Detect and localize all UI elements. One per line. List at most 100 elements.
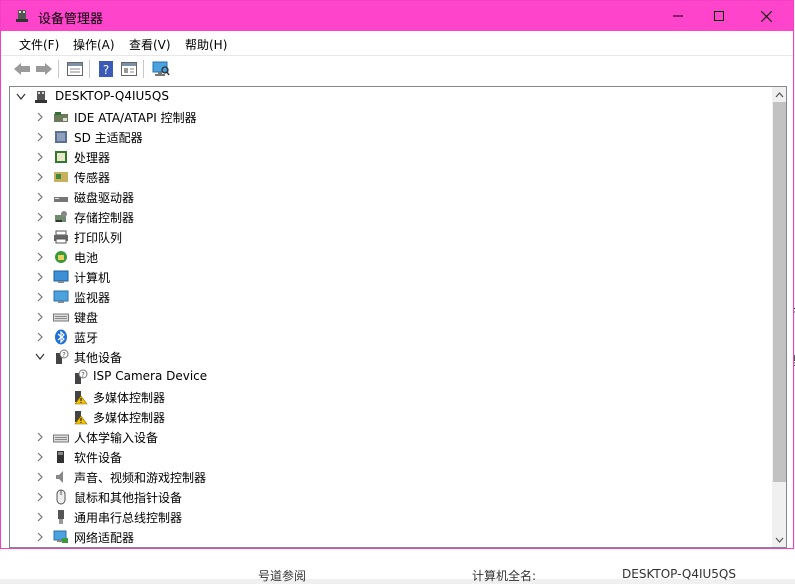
hid-icon — [53, 434, 69, 443]
tree-item-label: 鼠标和其他指针设备 — [74, 491, 183, 505]
expand-chevron-icon[interactable] — [35, 311, 45, 323]
tree-category-item[interactable]: SD 主适配器 — [10, 127, 770, 147]
tree-item-label: 多媒体控制器 — [93, 411, 166, 425]
update-driver-button[interactable] — [119, 59, 139, 79]
tree-item-label: 存储控制器 — [74, 211, 135, 225]
toolbar-separator — [89, 60, 90, 78]
expand-chevron-icon[interactable] — [35, 291, 45, 303]
expand-chevron-icon[interactable] — [35, 471, 45, 483]
other-devices-icon: ? — [56, 349, 69, 364]
forward-arrow-icon — [36, 63, 52, 75]
expand-chevron-icon[interactable] — [35, 511, 45, 523]
properties-button[interactable] — [65, 59, 85, 79]
expand-chevron-icon[interactable] — [35, 111, 45, 123]
tree-item-label: 声音、视频和游戏控制器 — [74, 471, 207, 485]
tree-child-item[interactable]: 多媒体控制器 — [10, 387, 770, 407]
storage-controller-icon — [55, 211, 67, 222]
tree-category-item[interactable]: 通用串行总线控制器 — [10, 507, 770, 527]
mouse-icon — [56, 489, 66, 505]
tree-item-label: 键盘 — [74, 311, 99, 325]
monitor-icon — [53, 290, 69, 303]
menu-help[interactable]: 帮助(H) — [185, 36, 227, 53]
device-tree[interactable]: DESKTOP-Q4IU5QS IDE ATA/ATAPI 控制器 SD 主适配器… — [9, 86, 787, 548]
expand-chevron-icon[interactable] — [35, 171, 45, 183]
background-label: 计算机全名: — [472, 569, 537, 583]
sd-adapter-icon — [55, 131, 67, 143]
tree-category-item[interactable]: 网络适配器 — [10, 527, 770, 547]
warning-device-icon — [74, 411, 88, 425]
forward-button[interactable] — [34, 59, 54, 79]
expand-chevron-icon[interactable] — [35, 151, 45, 163]
expand-chevron-icon[interactable] — [35, 251, 45, 263]
tree-category-item[interactable]: 蓝牙 — [10, 327, 770, 347]
tree-item-label: 蓝牙 — [74, 331, 99, 345]
tree-child-item[interactable]: ? ISP Camera Device — [10, 367, 770, 387]
menu-view[interactable]: 查看(V) — [129, 36, 171, 53]
printer-icon — [54, 230, 68, 244]
minimize-icon — [673, 15, 683, 17]
battery-icon — [55, 251, 67, 263]
tree-category-item[interactable]: 鼠标和其他指针设备 — [10, 487, 770, 507]
tree-child-item[interactable]: 多媒体控制器 — [10, 407, 770, 427]
tree-item-label: IDE ATA/ATAPI 控制器 — [74, 111, 197, 125]
tree-item-label: 监视器 — [74, 291, 111, 305]
expand-chevron-icon[interactable] — [35, 331, 45, 343]
background-window-strip: 号道参阅 计算机全名: DESKTOP-Q4IU5QS — [0, 549, 795, 583]
unknown-device-icon: ? — [75, 369, 88, 384]
toolbar: ? — [1, 56, 793, 82]
maximize-icon — [714, 11, 724, 21]
collapse-chevron-icon[interactable] — [35, 351, 45, 363]
expand-chevron-icon[interactable] — [35, 451, 45, 463]
scroll-thumb[interactable] — [773, 102, 786, 482]
tree-category-item[interactable]: 键盘 — [10, 307, 770, 327]
expand-chevron-icon[interactable] — [35, 431, 45, 443]
tree-item-label: SD 主适配器 — [74, 131, 143, 145]
maximize-button[interactable] — [696, 1, 742, 31]
svg-text:?: ? — [81, 371, 85, 379]
minimize-button[interactable] — [655, 1, 701, 31]
close-icon — [760, 10, 772, 22]
tree-category-item[interactable]: 存储控制器 — [10, 207, 770, 227]
tree-category-item[interactable]: 传感器 — [10, 167, 770, 187]
tree-item-label: 多媒体控制器 — [93, 391, 166, 405]
expand-chevron-icon[interactable] — [35, 531, 45, 543]
menu-action[interactable]: 操作(A) — [73, 36, 115, 53]
tree-item-label: 人体学输入设备 — [74, 431, 159, 445]
help-button[interactable]: ? — [96, 59, 116, 79]
collapse-chevron-icon[interactable] — [16, 91, 26, 103]
disk-drive-icon — [54, 197, 68, 202]
expand-chevron-icon[interactable] — [35, 491, 45, 503]
tree-category-item[interactable]: 软件设备 — [10, 447, 770, 467]
menu-file[interactable]: 文件(F) — [19, 36, 59, 53]
tree-category-item[interactable]: 监视器 — [10, 287, 770, 307]
title-bar[interactable]: 设备管理器 — [1, 1, 793, 31]
expand-chevron-icon[interactable] — [35, 211, 45, 223]
expand-chevron-icon[interactable] — [35, 231, 45, 243]
tree-category-item[interactable]: 声音、视频和游戏控制器 — [10, 467, 770, 487]
sound-icon — [56, 471, 63, 483]
device-manager-window: 设备管理器 文件(F) 操作(A) 查看(V) 帮助(H) ? DESKTOP-… — [0, 0, 794, 549]
tree-category-item[interactable]: IDE ATA/ATAPI 控制器 — [10, 107, 770, 127]
network-adapter-icon — [53, 530, 68, 543]
tree-category-item[interactable]: 电池 — [10, 247, 770, 267]
software-device-icon — [57, 451, 64, 463]
tree-category-item[interactable]: ? 其他设备 — [10, 347, 770, 367]
back-button[interactable] — [12, 59, 32, 79]
scan-hardware-button[interactable] — [151, 59, 171, 79]
keyboard-icon — [53, 313, 69, 322]
expand-chevron-icon[interactable] — [35, 131, 45, 143]
expand-chevron-icon[interactable] — [35, 191, 45, 203]
tree-root[interactable]: DESKTOP-Q4IU5QS — [10, 87, 770, 107]
tree-category-item[interactable]: 磁盘驱动器 — [10, 187, 770, 207]
scroll-down-button[interactable] — [772, 532, 786, 547]
tree-category-item[interactable]: 人体学输入设备 — [10, 427, 770, 447]
ide-controller-icon — [54, 112, 68, 122]
tree-category-item[interactable]: 计算机 — [10, 267, 770, 287]
expand-chevron-icon[interactable] — [35, 271, 45, 283]
computer-icon — [53, 270, 69, 283]
tree-category-item[interactable]: 处理器 — [10, 147, 770, 167]
scroll-up-button[interactable] — [772, 87, 786, 102]
vertical-scrollbar[interactable] — [772, 87, 786, 547]
close-button[interactable] — [743, 1, 789, 31]
tree-category-item[interactable]: 打印队列 — [10, 227, 770, 247]
